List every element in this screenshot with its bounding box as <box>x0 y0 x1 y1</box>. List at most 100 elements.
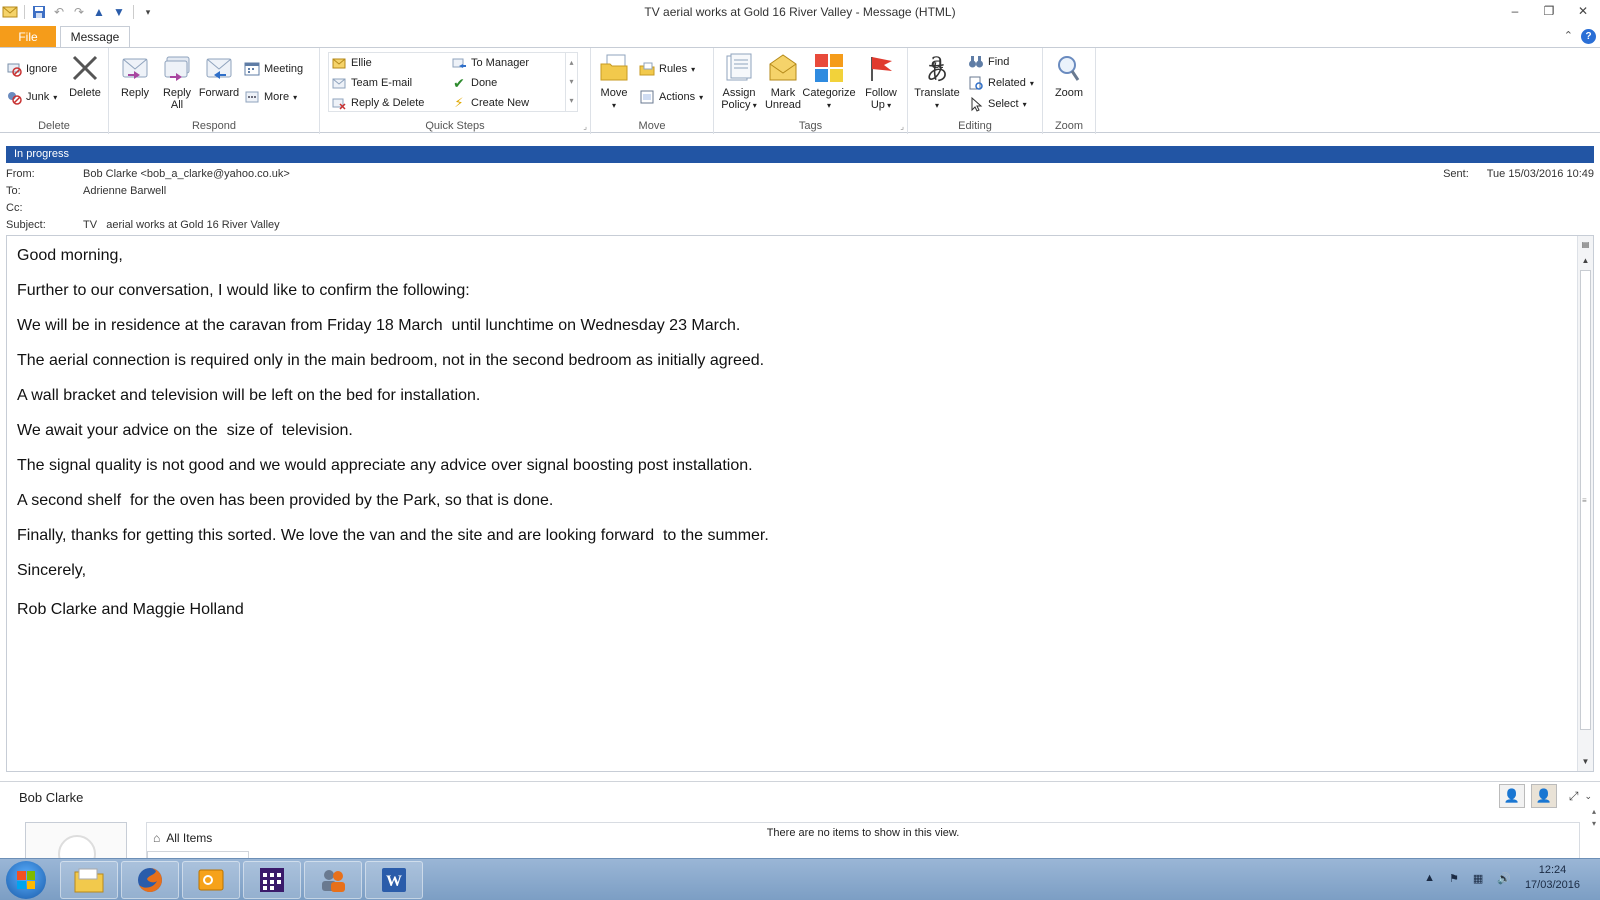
assign-policy-button[interactable]: Assign Policy ▾ <box>716 52 762 112</box>
team-email-icon <box>331 75 347 91</box>
to-value[interactable]: Adrienne Barwell <box>83 185 166 197</box>
outlook-envelope-icon[interactable] <box>2 4 18 20</box>
group-label-quick-steps: Quick Steps <box>425 120 485 132</box>
taskbar-outlook[interactable] <box>182 861 240 899</box>
quick-steps-scroll[interactable]: ▴ ▾ ▾ <box>565 53 577 111</box>
tab-file[interactable]: File <box>0 26 56 48</box>
start-button[interactable] <box>6 861 46 899</box>
person-photo-icon[interactable]: 👤 <box>1530 784 1557 808</box>
system-clock[interactable]: 12:24 17/03/2016 <box>1525 863 1580 893</box>
related-button[interactable]: Related ▾ <box>968 74 1034 92</box>
tab-message[interactable]: Message <box>60 26 130 49</box>
action-center-flag-icon[interactable]: ⚑ <box>1449 872 1459 885</box>
help-icon[interactable]: ? <box>1581 29 1596 44</box>
body-line: The signal quality is not good and we wo… <box>17 457 753 474</box>
ignore-button[interactable]: Ignore <box>6 60 57 78</box>
outlook-icon <box>198 869 224 891</box>
group-tags: Assign Policy ▾ Mark Unread Categorize ▾… <box>714 48 908 134</box>
quick-step-reply-delete[interactable]: Reply & Delete <box>331 94 424 112</box>
minimize-button[interactable]: – <box>1498 0 1532 22</box>
rules-button[interactable]: Rules ▾ <box>639 60 695 78</box>
quick-access-toolbar: ↶ ↷ ▲ ▼ ▾ <box>0 4 156 20</box>
quick-step-ellie[interactable]: Ellie <box>331 54 372 72</box>
group-label-respond: Respond <box>191 120 237 132</box>
firefox-icon <box>138 868 162 892</box>
rules-icon <box>639 61 655 77</box>
view-ruler-icon[interactable]: ▤ <box>1579 238 1592 252</box>
lightning-icon: ⚡ <box>454 95 464 110</box>
group-label-tags: Tags <box>798 120 823 132</box>
minimize-ribbon-icon[interactable]: ⌃ <box>1564 29 1573 44</box>
body-line: We await your advice on the size of tele… <box>17 422 353 439</box>
group-respond: Reply Reply All Forward Meeting More ▾ R… <box>109 48 320 134</box>
subject-label: Subject: <box>6 219 46 231</box>
body-line: Finally, thanks for getting this sorted.… <box>17 527 769 544</box>
word-icon: W <box>382 868 406 892</box>
delete-icon <box>68 52 102 84</box>
next-item-icon[interactable]: ▼ <box>111 4 127 20</box>
undo-icon[interactable]: ↶ <box>51 4 67 20</box>
info-bar[interactable]: In progress <box>6 146 1594 163</box>
network-icon[interactable]: ▦ <box>1473 872 1483 885</box>
message-body: Good morning, Further to our conversatio… <box>17 246 1517 635</box>
dropdown-arrow-icon: ▾ <box>750 101 757 110</box>
taskbar-contacts[interactable] <box>304 861 362 899</box>
group-label-move: Move <box>638 120 666 132</box>
previous-item-icon[interactable]: ▲ <box>91 4 107 20</box>
customize-toolbar-icon[interactable]: ▾ <box>140 4 156 20</box>
close-button[interactable]: ✕ <box>1566 0 1600 22</box>
follow-up-button[interactable]: Follow Up ▾ <box>858 52 904 112</box>
related-icon <box>968 75 984 91</box>
scroll-up-icon[interactable]: ▲ <box>1579 254 1592 268</box>
save-icon[interactable] <box>31 4 47 20</box>
body-line: Further to our conversation, I would lik… <box>17 282 470 299</box>
scroll-down-icon[interactable]: ▼ <box>1579 755 1592 769</box>
expand-pane-icon[interactable]: ⤢ <box>1569 789 1579 804</box>
taskbar-calendar-app[interactable] <box>243 861 301 899</box>
restore-button[interactable]: ❐ <box>1532 0 1566 22</box>
actions-button[interactable]: Actions ▾ <box>639 88 703 106</box>
redo-icon[interactable]: ↷ <box>71 4 87 20</box>
group-delete: Ignore Junk ▾ Delete Delete <box>0 48 109 134</box>
to-label: To: <box>6 185 21 197</box>
collapse-pane-icon[interactable]: ⌄ <box>1584 791 1592 802</box>
zoom-button[interactable]: Zoom <box>1046 52 1092 99</box>
quick-step-to-manager[interactable]: To Manager <box>451 54 529 72</box>
translate-button[interactable]: aあ Translate ▾ <box>912 49 962 112</box>
body-scrollbar[interactable]: ▤ ▲ ≡ ▼ <box>1577 236 1593 771</box>
mark-unread-icon <box>766 52 800 84</box>
people-pane-scroll[interactable]: ▴ ▾ <box>1592 806 1596 830</box>
from-value[interactable]: Bob Clarke <bob_a_clarke@yahoo.co.uk> <box>83 168 290 180</box>
junk-button[interactable]: Junk ▾ <box>6 88 57 106</box>
toolbar-divider <box>24 5 25 19</box>
translate-icon: aあ <box>925 49 948 86</box>
volume-icon[interactable]: 🔊 <box>1497 872 1511 885</box>
quick-step-create-new[interactable]: ⚡ Create New <box>451 94 529 112</box>
quick-step-team-email[interactable]: Team E-mail <box>331 74 412 92</box>
taskbar-firefox[interactable] <box>121 861 179 899</box>
delete-button[interactable]: Delete <box>62 52 108 99</box>
taskbar-explorer[interactable] <box>60 861 118 899</box>
find-button[interactable]: Find <box>968 53 1009 71</box>
quick-step-done[interactable]: ✔ Done <box>451 74 497 92</box>
categorize-button[interactable]: Categorize ▾ <box>798 52 860 112</box>
from-label: From: <box>6 168 35 180</box>
folder-icon <box>74 868 104 893</box>
dropdown-arrow-icon: ▾ <box>611 101 616 110</box>
reply-all-button[interactable]: Reply All <box>154 52 200 111</box>
select-button[interactable]: Select ▾ <box>968 95 1027 113</box>
meeting-button[interactable]: Meeting <box>244 60 303 78</box>
reply-delete-icon <box>331 95 347 111</box>
more-respond-button[interactable]: More ▾ <box>244 88 297 106</box>
forward-icon <box>202 52 236 84</box>
flag-icon <box>864 52 898 84</box>
move-button[interactable]: Move ▾ <box>591 52 637 112</box>
dropdown-arrow-icon: ▾ <box>691 64 696 74</box>
show-hidden-icons-icon[interactable]: ▲ <box>1424 872 1435 884</box>
forward-button[interactable]: Forward <box>196 52 242 99</box>
reply-icon <box>118 52 152 84</box>
person-placeholder-icon[interactable]: 👤 <box>1498 784 1525 808</box>
taskbar-word[interactable]: W <box>365 861 423 899</box>
dropdown-arrow-icon: ▾ <box>53 92 58 102</box>
reply-button[interactable]: Reply <box>112 52 158 99</box>
